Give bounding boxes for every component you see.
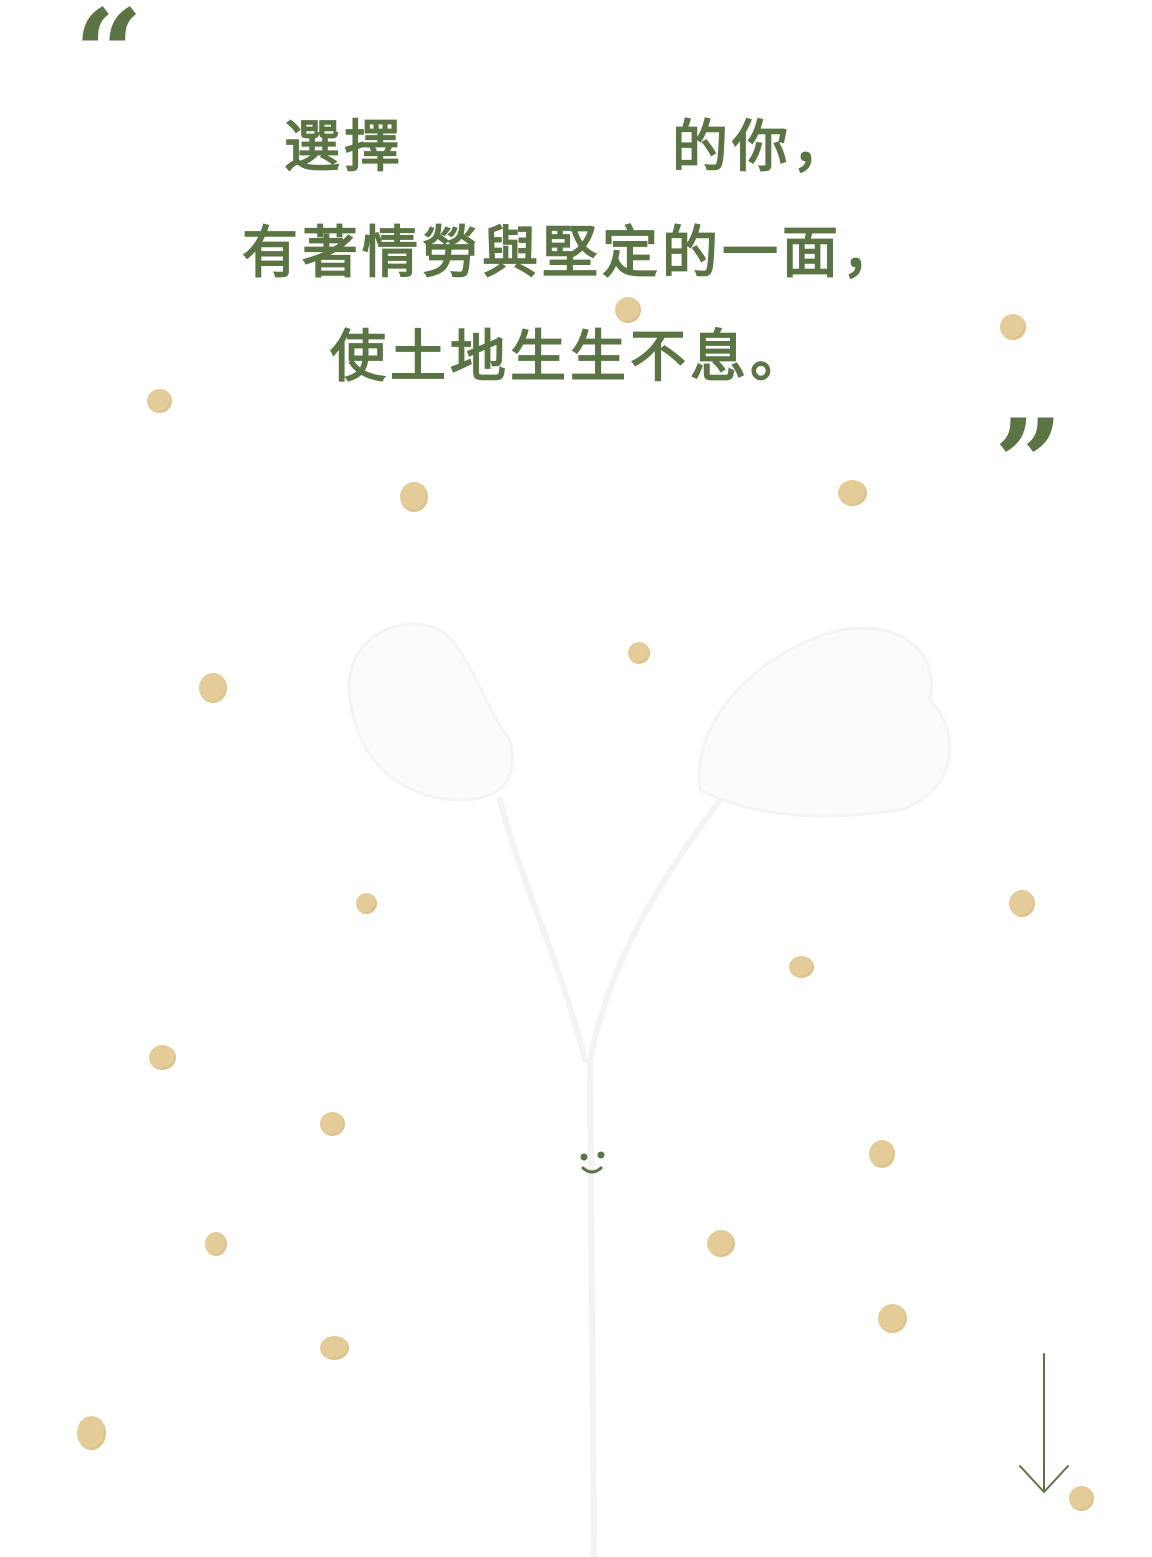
seed-dot bbox=[869, 1140, 895, 1168]
quote-line-2: 有著情勞與堅定的一面， bbox=[242, 221, 902, 286]
seed-dot bbox=[356, 893, 377, 914]
seed-dot bbox=[320, 1336, 349, 1360]
seed-dot bbox=[149, 1045, 176, 1070]
seed-dot bbox=[147, 389, 172, 413]
seed-dot bbox=[878, 1304, 907, 1333]
seed-dot bbox=[205, 1232, 227, 1256]
sprout-main-stem bbox=[587, 1057, 597, 1557]
sprout-right-leaf bbox=[697, 626, 952, 818]
seed-dot bbox=[707, 1230, 735, 1257]
close-quote-mark: ” bbox=[994, 393, 1064, 534]
quote-line-1-start: 選擇 bbox=[284, 115, 404, 180]
seed-dot bbox=[1000, 314, 1026, 340]
seed-dot bbox=[789, 956, 814, 978]
sprout-left-leaf bbox=[347, 622, 515, 802]
seed-dot bbox=[1069, 1486, 1094, 1511]
quote-line-3: 使土地生生不息。 bbox=[330, 325, 810, 390]
seed-dot bbox=[320, 1112, 345, 1136]
seed-dot bbox=[199, 673, 227, 703]
sprout-face bbox=[580, 1151, 605, 1174]
seed-dot bbox=[400, 482, 428, 512]
seed-dot bbox=[615, 297, 641, 323]
open-quote-mark: “ bbox=[74, 0, 144, 124]
quote-line-1-end: 的你， bbox=[672, 115, 852, 180]
seed-dot bbox=[838, 480, 867, 506]
arrow-down-icon[interactable] bbox=[1016, 1352, 1072, 1498]
seed-dot bbox=[77, 1416, 106, 1450]
seed-dot bbox=[628, 642, 650, 664]
sprout-left-stem bbox=[497, 797, 588, 1063]
sprout-right-stem bbox=[587, 797, 723, 1063]
seed-dot bbox=[1009, 890, 1035, 917]
